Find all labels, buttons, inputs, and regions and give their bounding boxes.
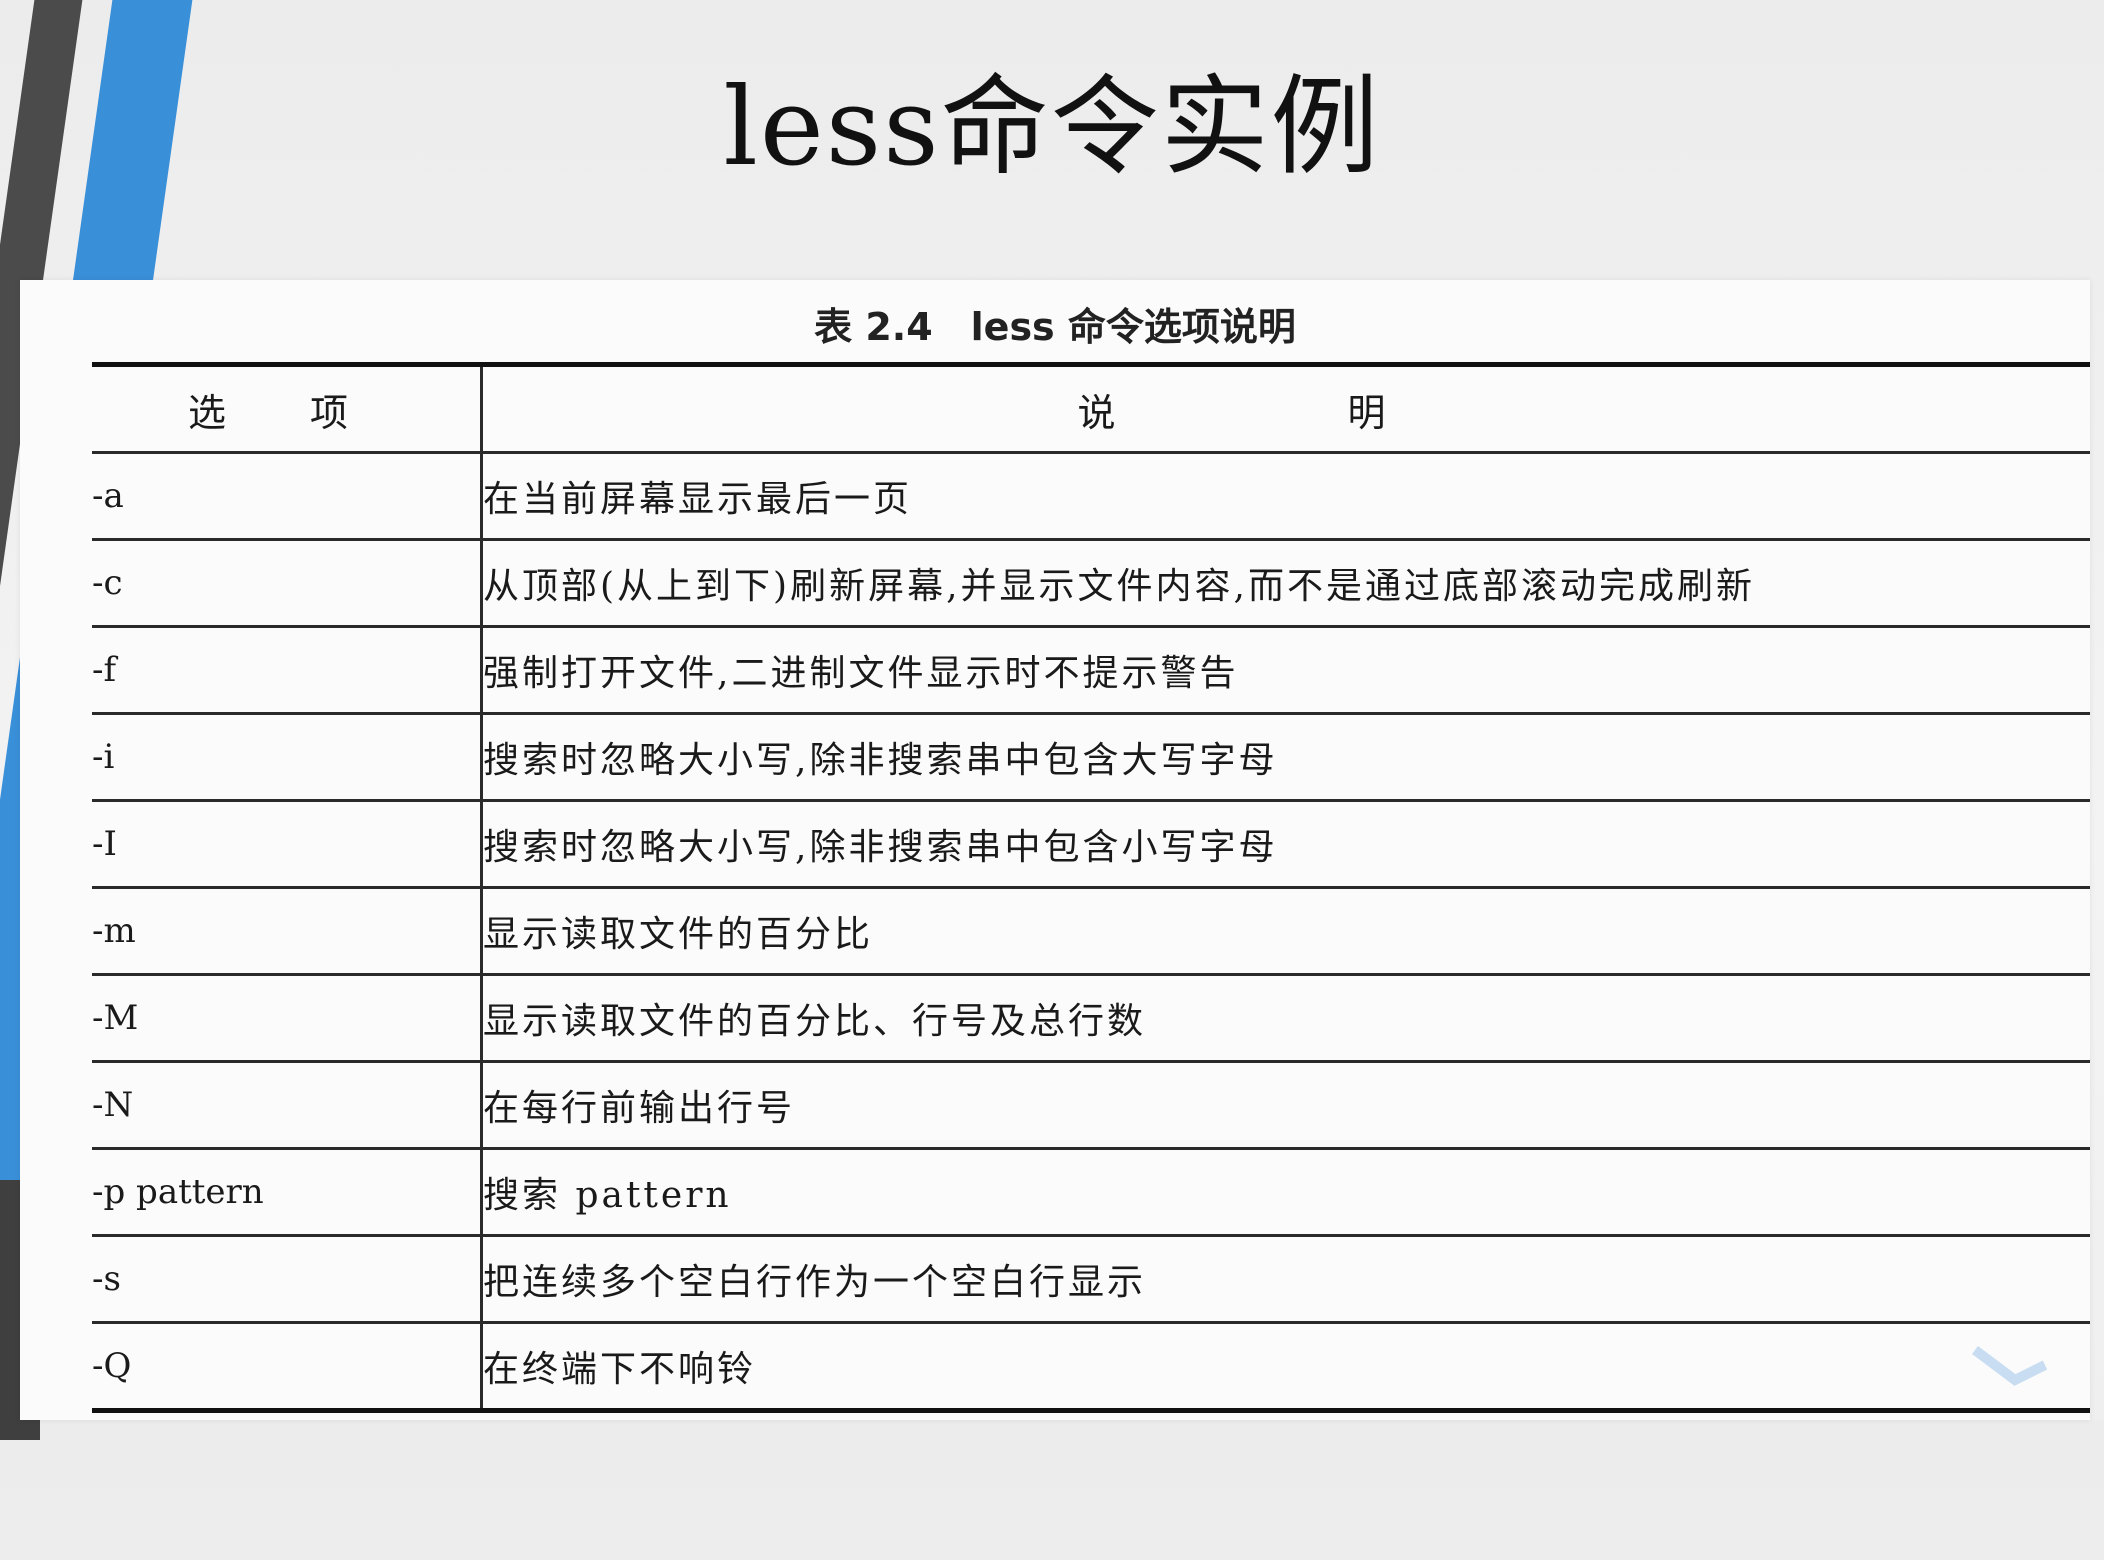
watermark-arrow-icon	[1972, 1346, 2048, 1386]
description-cell: 强制打开文件,二进制文件显示时不提示警告	[481, 626, 2090, 715]
description-cell: 把连续多个空白行作为一个空白行显示	[481, 1235, 2090, 1324]
table-row: -f 强制打开文件,二进制文件显示时不提示警告	[92, 626, 2090, 715]
option-cell: -Q	[92, 1322, 483, 1413]
table-row: -m 显示读取文件的百分比	[92, 887, 2090, 976]
description-cell: 显示读取文件的百分比	[481, 887, 2090, 976]
table-row: -p pattern 搜索 pattern	[92, 1148, 2090, 1237]
option-cell: -M	[92, 974, 483, 1063]
document-page: 表 2.4 less 命令选项说明 选 项 说 明 -a 在当前屏幕显示最后一页 -…	[20, 280, 2090, 1420]
table-row: -s 把连续多个空白行作为一个空白行显示	[92, 1235, 2090, 1324]
description-cell: 搜索时忽略大小写,除非搜索串中包含小写字母	[481, 800, 2090, 889]
table-header-row: 选 项 说 明	[92, 362, 2090, 454]
header-option: 选 项	[92, 362, 483, 454]
slide-title: less命令实例	[723, 65, 1381, 190]
option-cell: -i	[92, 713, 483, 802]
table-row: -M 显示读取文件的百分比、行号及总行数	[92, 974, 2090, 1063]
option-cell: -I	[92, 800, 483, 889]
header-description: 说 明	[481, 362, 2090, 454]
table-row: -i 搜索时忽略大小写,除非搜索串中包含大写字母	[92, 713, 2090, 802]
description-cell: 搜索 pattern	[481, 1148, 2090, 1237]
option-cell: -c	[92, 539, 483, 628]
table-body: -a 在当前屏幕显示最后一页 -c 从顶部(从上到下)刷新屏幕,并显示文件内容,而不是…	[92, 452, 2090, 1413]
option-cell: -N	[92, 1061, 483, 1150]
description-cell: 在终端下不响铃	[481, 1322, 2090, 1413]
option-cell: -p pattern	[92, 1148, 483, 1237]
table-row: -a 在当前屏幕显示最后一页	[92, 452, 2090, 541]
description-cell: 搜索时忽略大小写,除非搜索串中包含大写字母	[481, 713, 2090, 802]
option-cell: -m	[92, 887, 483, 976]
description-cell: 在每行前输出行号	[481, 1061, 2090, 1150]
table-row: -c 从顶部(从上到下)刷新屏幕,并显示文件内容,而不是通过底部滚动完成刷新	[92, 539, 2090, 628]
option-cell: -f	[92, 626, 483, 715]
option-cell: -a	[92, 452, 483, 541]
table-row: -I 搜索时忽略大小写,除非搜索串中包含小写字母	[92, 800, 2090, 889]
table-row: -N 在每行前输出行号	[92, 1061, 2090, 1150]
options-table: 选 项 说 明 -a 在当前屏幕显示最后一页 -c 从顶部(从上到下)刷新屏幕,并显示…	[92, 362, 2090, 1413]
description-cell: 从顶部(从上到下)刷新屏幕,并显示文件内容,而不是通过底部滚动完成刷新	[481, 539, 2090, 628]
description-cell: 显示读取文件的百分比、行号及总行数	[481, 974, 2090, 1063]
table-caption: 表 2.4 less 命令选项说明	[814, 305, 1296, 349]
table-row: -Q 在终端下不响铃	[92, 1322, 2090, 1413]
option-cell: -s	[92, 1235, 483, 1324]
description-cell: 在当前屏幕显示最后一页	[481, 452, 2090, 541]
